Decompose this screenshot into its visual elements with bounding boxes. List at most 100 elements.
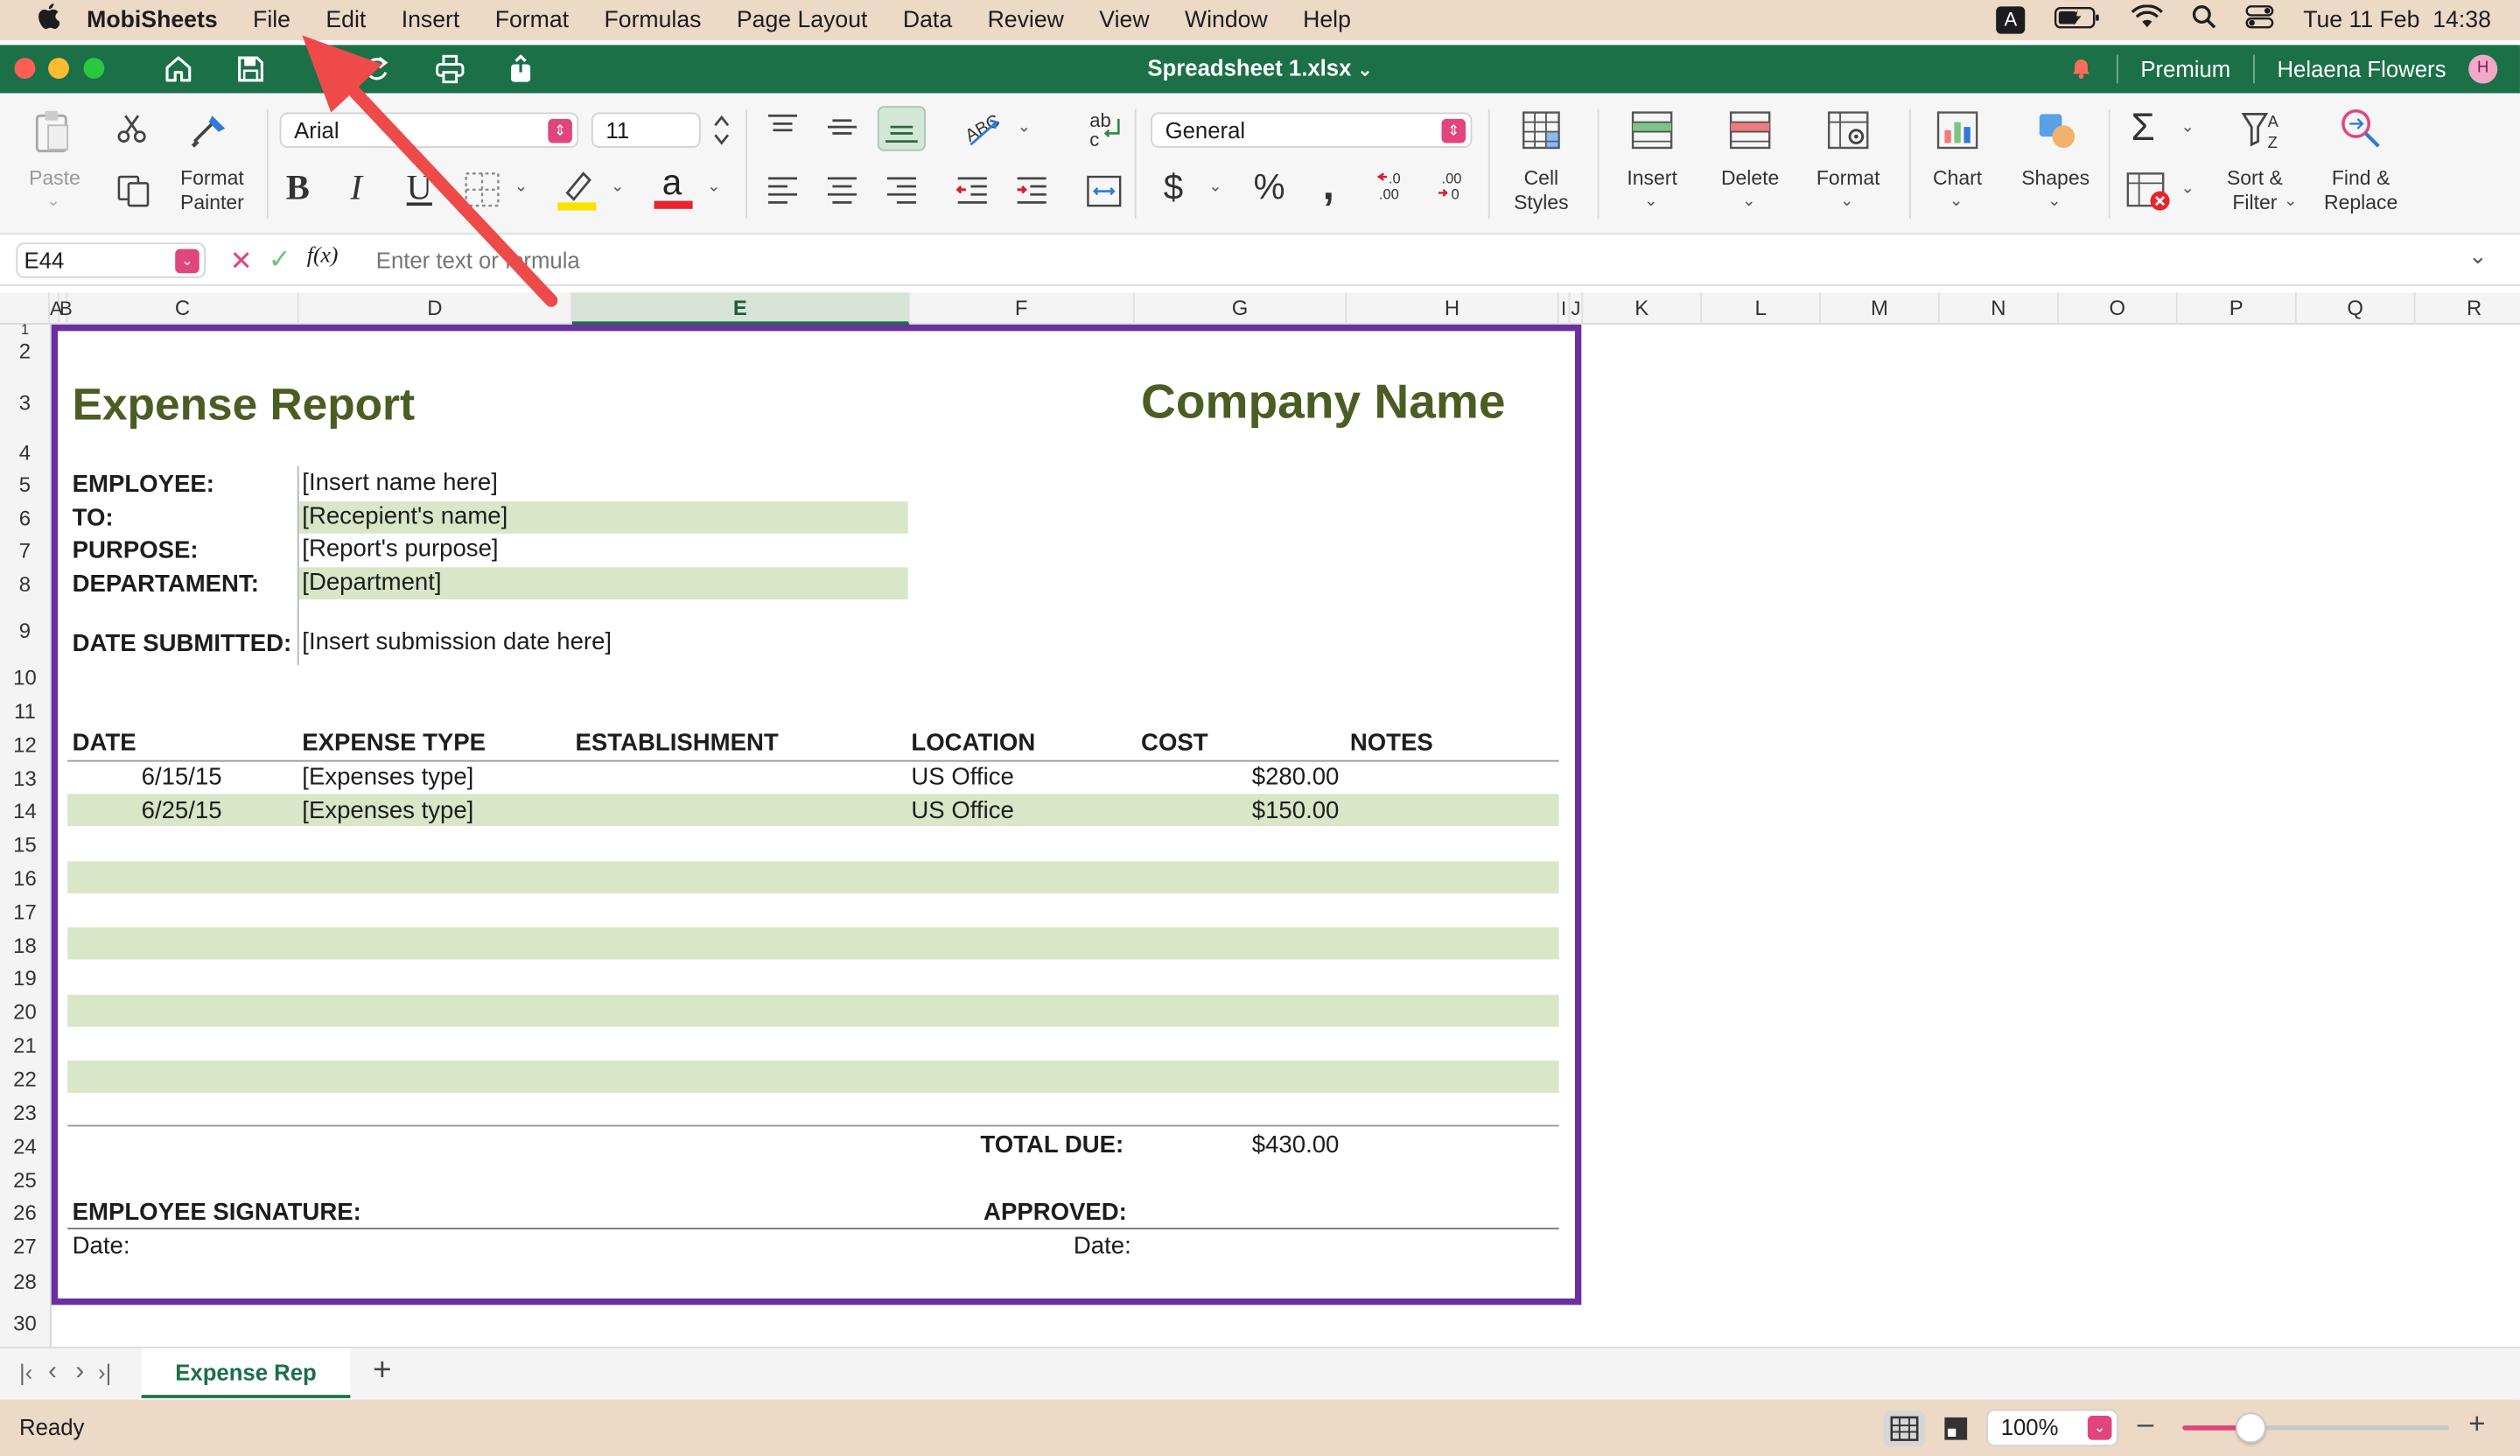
insert-cells-icon[interactable] xyxy=(1629,109,1674,159)
increase-decimal-icon[interactable]: .0.00 xyxy=(1376,167,1410,214)
shapes-icon[interactable] xyxy=(2034,109,2079,159)
row-header-5[interactable]: 5 xyxy=(0,472,50,497)
chevron-down-icon[interactable]: ⌄ xyxy=(1644,192,1657,210)
row-header-24[interactable]: 24 xyxy=(0,1135,50,1159)
cell-styles-label[interactable]: Cell Styles xyxy=(1501,167,1581,215)
row-header-28[interactable]: 28 xyxy=(0,1270,50,1294)
row-header-10[interactable]: 10 xyxy=(0,665,50,690)
format-label[interactable]: Format xyxy=(1806,167,1890,192)
menu-review[interactable]: Review xyxy=(988,7,1064,32)
menu-insert[interactable]: Insert xyxy=(402,7,460,32)
menu-page-layout[interactable]: Page Layout xyxy=(737,7,868,32)
row-header-27[interactable]: 27 xyxy=(0,1235,50,1259)
row-header-23[interactable]: 23 xyxy=(0,1101,50,1125)
copy-icon[interactable] xyxy=(116,173,150,217)
chevron-down-icon[interactable]: ⌄ xyxy=(514,178,528,196)
column-header-p[interactable]: P xyxy=(2178,292,2297,325)
row-header-14[interactable]: 14 xyxy=(0,799,50,823)
battery-icon[interactable] xyxy=(2054,5,2103,34)
add-sheet-button[interactable]: + xyxy=(373,1353,391,1390)
column-header-d[interactable]: D xyxy=(299,292,572,325)
sort-filter-icon[interactable]: AZ xyxy=(2240,109,2288,159)
font-color-icon[interactable]: a xyxy=(651,162,696,220)
next-sheet-icon[interactable]: › xyxy=(75,1358,84,1387)
zoom-out-button[interactable]: – xyxy=(2138,1408,2153,1442)
paste-icon[interactable] xyxy=(32,109,74,163)
chart-label[interactable]: Chart xyxy=(1915,167,1999,192)
formula-input[interactable] xyxy=(363,242,2453,278)
row-header-25[interactable]: 25 xyxy=(0,1168,50,1193)
sheet-tab-expense-report[interactable]: Expense Rep xyxy=(141,1348,351,1398)
menu-help[interactable]: Help xyxy=(1303,7,1351,32)
row-header-12[interactable]: 12 xyxy=(0,732,50,757)
cell-styles-icon[interactable] xyxy=(1521,109,1563,159)
notification-bell-icon[interactable] xyxy=(2068,54,2094,85)
chevron-down-icon[interactable]: ⌄ xyxy=(2048,192,2061,210)
align-left-icon[interactable] xyxy=(765,173,800,214)
column-header-f[interactable]: F xyxy=(910,292,1135,325)
row-header-21[interactable]: 21 xyxy=(0,1033,50,1058)
align-center-icon[interactable] xyxy=(824,173,859,214)
row-header-8[interactable]: 8 xyxy=(0,572,50,597)
align-middle-icon[interactable] xyxy=(824,113,859,150)
row-header-19[interactable]: 19 xyxy=(0,966,50,990)
format-painter-icon[interactable] xyxy=(190,109,232,159)
align-right-icon[interactable] xyxy=(884,173,919,214)
sort-filter-label[interactable]: Sort & Filter xyxy=(2218,167,2292,215)
comma-style-button[interactable]: , xyxy=(1323,161,1334,211)
number-format-select[interactable]: General ⇕ xyxy=(1151,112,1473,148)
row-header-15[interactable]: 15 xyxy=(0,832,50,857)
row-header-18[interactable]: 18 xyxy=(0,934,50,958)
zoom-slider-knob[interactable] xyxy=(2234,1412,2265,1444)
find-replace-icon[interactable] xyxy=(2337,106,2385,159)
row-header-17[interactable]: 17 xyxy=(0,900,50,924)
column-header-a[interactable]: A xyxy=(50,292,63,325)
column-header-e[interactable]: E xyxy=(571,292,910,325)
chevron-down-icon[interactable]: ⌄ xyxy=(1950,192,1963,210)
chevron-down-icon[interactable]: ⌄ xyxy=(2180,119,2194,136)
chevron-down-icon[interactable]: ⌄ xyxy=(1840,192,1853,210)
first-sheet-icon[interactable]: |‹ xyxy=(19,1360,32,1385)
shapes-label[interactable]: Shapes xyxy=(2013,167,2097,192)
format-painter-label[interactable]: Format Painter xyxy=(167,167,257,215)
align-top-icon[interactable] xyxy=(765,113,800,150)
insert-label[interactable]: Insert xyxy=(1610,167,1694,192)
chevron-down-icon[interactable]: ⌄ xyxy=(2284,192,2297,210)
menu-file[interactable]: File xyxy=(253,7,290,32)
chevron-down-icon[interactable]: ⌄ xyxy=(1018,119,1031,136)
column-header-m[interactable]: M xyxy=(1821,292,1940,325)
avatar[interactable]: H xyxy=(2468,54,2498,84)
clock[interactable]: Tue 11 Feb 14:38 xyxy=(2303,7,2491,32)
last-sheet-icon[interactable]: ›| xyxy=(98,1360,111,1385)
menu-view[interactable]: View xyxy=(1099,7,1149,32)
font-name-select[interactable]: Arial ⇕ xyxy=(279,112,579,148)
font-size-select[interactable]: 11 xyxy=(591,112,701,148)
find-replace-label[interactable]: Find & Replace xyxy=(2311,167,2411,215)
column-header-g[interactable]: G xyxy=(1135,292,1348,325)
menu-formulas[interactable]: Formulas xyxy=(604,7,701,32)
chevron-down-icon[interactable]: ⌄ xyxy=(2180,180,2194,198)
chevron-down-icon[interactable]: ⌄ xyxy=(1742,192,1755,210)
column-header-b[interactable]: B xyxy=(60,292,73,325)
delete-cells-icon[interactable] xyxy=(1727,109,1772,159)
align-bottom-icon[interactable] xyxy=(877,106,926,151)
row-header-1[interactable]: 1 xyxy=(0,321,50,337)
zoom-select[interactable]: 100% ⌄ xyxy=(1986,1409,2118,1446)
text-orientation-icon[interactable]: ABC xyxy=(961,109,1005,159)
cut-icon[interactable] xyxy=(116,113,148,153)
row-header-30[interactable]: 30 xyxy=(0,1312,50,1336)
column-header-k[interactable]: K xyxy=(1583,292,1703,325)
column-header-n[interactable]: N xyxy=(1940,292,2059,325)
autosum-button[interactable]: Σ xyxy=(2131,106,2154,150)
column-header-q[interactable]: Q xyxy=(2297,292,2416,325)
confirm-edit-icon[interactable]: ✓ xyxy=(269,244,291,276)
increase-indent-icon[interactable] xyxy=(1014,173,1049,214)
clear-icon[interactable] xyxy=(2124,171,2173,220)
italic-button[interactable]: I xyxy=(350,167,361,209)
zoom-in-button[interactable]: + xyxy=(2468,1408,2485,1442)
highlight-color-icon[interactable] xyxy=(555,167,599,220)
row-header-11[interactable]: 11 xyxy=(0,699,50,724)
column-header-o[interactable]: O xyxy=(2059,292,2178,325)
row-header-9[interactable]: 9 xyxy=(0,619,50,643)
row-header-16[interactable]: 16 xyxy=(0,866,50,891)
